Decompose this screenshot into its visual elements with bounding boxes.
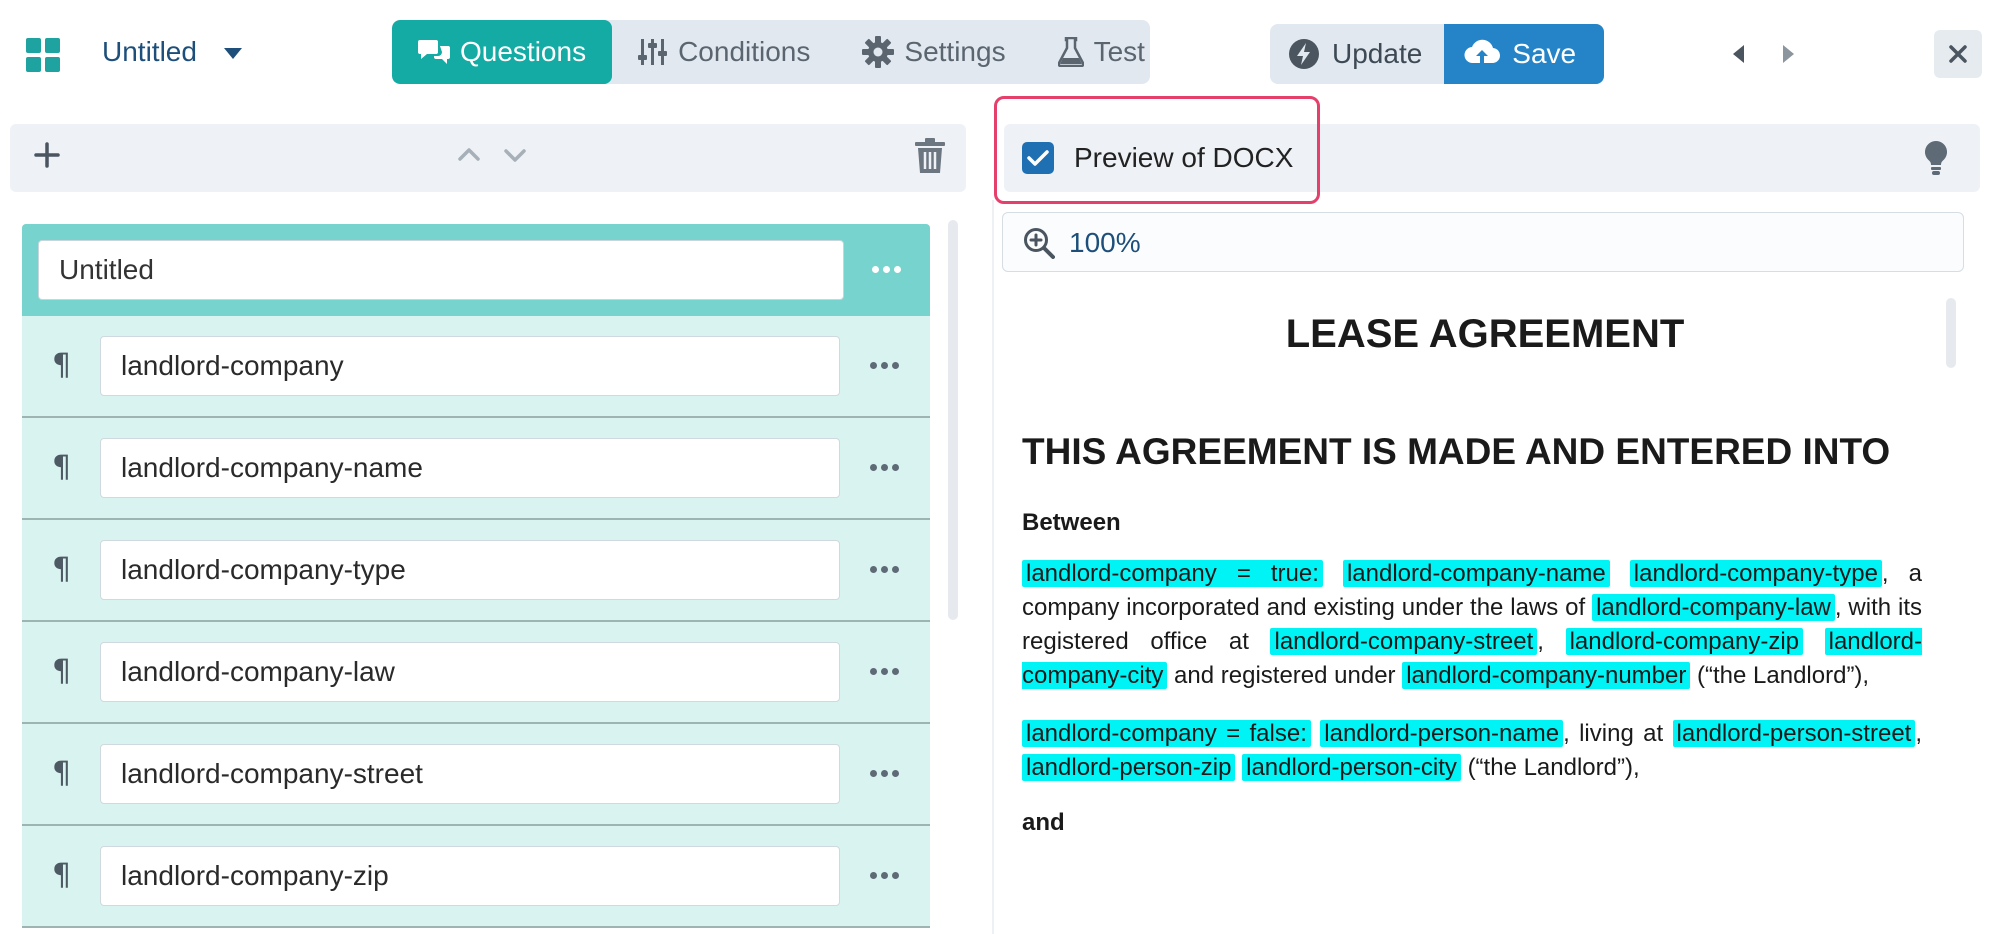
questions-group-header (22, 224, 930, 316)
action-buttons: Update Save (1270, 24, 1605, 84)
group-title-input[interactable] (38, 240, 844, 300)
landlord-person-paragraph: landlord-company = false: landlord-perso… (1022, 717, 1922, 785)
zoom-in-icon[interactable] (1023, 227, 1055, 259)
tab-settings[interactable]: Settings (836, 20, 1031, 84)
preview-scrollbar[interactable] (1946, 298, 1956, 368)
chevron-down-icon[interactable] (502, 142, 528, 168)
questions-list: ¶ landlord-company ¶ landlord-company-na… (22, 224, 930, 934)
close-icon (1949, 45, 1967, 63)
field-tag: landlord-company-number (1402, 662, 1691, 689)
flask-icon (1057, 37, 1084, 67)
more-options-icon[interactable] (870, 566, 899, 573)
questions-scrollbar[interactable] (948, 220, 958, 620)
question-row[interactable]: ¶ landlord-company-name (22, 418, 930, 520)
update-button[interactable]: Update (1270, 24, 1445, 84)
question-field[interactable]: landlord-company-law (100, 642, 840, 702)
panel-divider[interactable] (992, 200, 994, 934)
top-bar: Untitled Questions Conditions Settings T… (0, 0, 1990, 108)
save-button[interactable]: Save (1444, 24, 1605, 84)
condition-tag: landlord-company = false: (1022, 720, 1311, 747)
lightning-icon (1289, 39, 1319, 69)
field-tag: landlord-person-street (1672, 720, 1916, 747)
question-field[interactable]: landlord-company-street (100, 744, 840, 804)
question-field[interactable]: landlord-company-zip (100, 846, 840, 906)
chat-bubbles-icon (418, 40, 450, 64)
paragraph-icon: ¶ (52, 552, 72, 587)
text-run: and registered under (1174, 662, 1396, 689)
condition-tag: landlord-company = true: (1022, 560, 1323, 587)
zoom-level[interactable]: 100% (1069, 227, 1141, 259)
question-row[interactable]: ¶ landlord-company-type (22, 520, 930, 622)
field-tag: landlord-person-name (1320, 720, 1564, 747)
app-grid-icon[interactable] (26, 38, 60, 72)
mode-tabs: Questions Conditions Settings Test (392, 20, 1150, 84)
paragraph-icon: ¶ (52, 450, 72, 485)
preview-docx-checkbox[interactable] (1022, 142, 1054, 174)
text-run: (“the Landlord”), (1467, 754, 1640, 781)
save-label: Save (1512, 38, 1577, 69)
field-tag: landlord-person-zip (1022, 754, 1236, 781)
text-run: , (1537, 628, 1544, 655)
document-heading: THIS AGREEMENT IS MADE AND ENTERED INTO (1022, 431, 1891, 472)
field-tag: landlord-person-city (1242, 754, 1461, 781)
tab-test[interactable]: Test (1032, 20, 1150, 84)
tab-questions[interactable]: Questions (392, 20, 613, 84)
field-tag: landlord-company-law (1592, 594, 1835, 621)
lightbulb-icon[interactable] (1924, 140, 1948, 176)
plus-icon[interactable] (32, 140, 62, 170)
question-field[interactable]: landlord-company (100, 336, 840, 396)
tab-questions-label: Questions (460, 36, 587, 67)
close-button[interactable] (1934, 30, 1982, 78)
question-row[interactable]: ¶ landlord-company (22, 316, 930, 418)
more-options-icon[interactable] (870, 668, 899, 675)
question-field[interactable]: landlord-company-type (100, 540, 840, 600)
docx-preview: LEASE AGREEMENT THIS AGREEMENT IS MADE A… (1022, 312, 1923, 857)
question-row[interactable]: ¶ landlord-company-street (22, 724, 930, 826)
more-options-icon[interactable] (870, 464, 899, 471)
more-options-icon[interactable] (870, 872, 899, 879)
text-run: , (1915, 720, 1923, 747)
between-heading: Between (1022, 509, 1121, 536)
chevron-up-icon[interactable] (456, 142, 482, 168)
paragraph-icon: ¶ (52, 858, 72, 893)
trash-icon[interactable] (914, 138, 946, 174)
sliders-icon (638, 39, 668, 65)
gear-icon (862, 36, 895, 68)
next-arrow-icon[interactable] (1783, 45, 1794, 63)
question-row[interactable]: ¶ landlord-company-zip (22, 826, 930, 928)
caret-down-icon[interactable] (224, 48, 242, 59)
paragraph-icon: ¶ (52, 654, 72, 689)
landlord-company-paragraph: landlord-company = true: landlord-compan… (1022, 557, 1923, 693)
cloud-upload-icon (1464, 39, 1501, 65)
paragraph-icon: ¶ (52, 348, 72, 383)
and-heading: and (1022, 809, 1065, 836)
text-run: (“the Landlord”), (1697, 662, 1870, 689)
paragraph-icon: ¶ (52, 756, 72, 791)
preview-docx-label[interactable]: Preview of DOCX (1074, 142, 1293, 174)
zoom-bar: 100% (1002, 212, 1964, 272)
previous-arrow-icon[interactable] (1733, 45, 1744, 63)
question-row[interactable]: ¶ landlord-company-law (22, 622, 930, 724)
update-label: Update (1332, 38, 1423, 69)
field-tag: landlord-company-name (1342, 560, 1610, 587)
document-title-heading: LEASE AGREEMENT (1285, 312, 1685, 356)
field-tag: landlord-company-street (1270, 628, 1538, 655)
field-tag: landlord-company-zip (1565, 628, 1804, 655)
tab-conditions[interactable]: Conditions (612, 20, 836, 84)
more-options-icon[interactable] (872, 266, 901, 273)
document-title[interactable]: Untitled (102, 36, 197, 68)
question-field[interactable]: landlord-company-name (100, 438, 840, 498)
tab-conditions-label: Conditions (678, 36, 811, 67)
field-tag: landlord-company-type (1629, 560, 1882, 587)
tab-settings-label: Settings (904, 36, 1006, 67)
more-options-icon[interactable] (870, 770, 899, 777)
questions-toolbar (10, 124, 966, 192)
more-options-icon[interactable] (870, 362, 899, 369)
tab-test-label: Test (1093, 36, 1145, 67)
checkmark-icon (1027, 150, 1049, 166)
text-run: , living at (1563, 720, 1664, 747)
